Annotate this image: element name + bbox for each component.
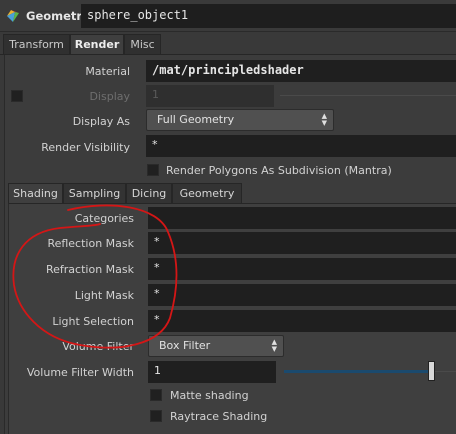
render-visibility-field[interactable]: * <box>146 135 456 157</box>
subdivision-checkbox[interactable] <box>147 164 159 176</box>
display-as-dropdown[interactable]: Full Geometry ▲ ▼ <box>146 109 334 131</box>
tab-dicing[interactable]: Dicing <box>126 183 172 203</box>
subdivision-label: Render Polygons As Subdivision (Mantra) <box>166 164 392 177</box>
light-selection-field[interactable]: * <box>148 310 456 332</box>
raytrace-shading-checkbox[interactable] <box>150 410 162 422</box>
display-field: 1 <box>146 85 274 107</box>
matte-shading-label: Matte shading <box>170 389 249 402</box>
display-label: Display <box>89 90 130 103</box>
render-visibility-label: Render Visibility <box>41 141 130 154</box>
slider-handle[interactable] <box>428 361 435 381</box>
categories-label: Categories <box>74 212 134 225</box>
dropdown-arrows-icon: ▲ ▼ <box>321 112 327 127</box>
volume-filter-value: Box Filter <box>159 339 211 352</box>
light-selection-label: Light Selection <box>52 315 134 328</box>
tab-misc[interactable]: Misc <box>124 34 161 54</box>
volume-filter-width-label: Volume Filter Width <box>26 366 134 379</box>
tab-transform[interactable]: Transform <box>3 34 70 54</box>
reflection-mask-label: Reflection Mask <box>47 237 134 250</box>
shading-tab-bar: Shading Sampling Dicing Geometry <box>8 183 456 203</box>
light-mask-field[interactable]: * <box>148 284 456 306</box>
slider-remainder <box>434 371 456 372</box>
tab-shading[interactable]: Shading <box>8 183 63 203</box>
light-mask-label: Light Mask <box>74 289 134 302</box>
main-tab-bar: Transform Render Misc <box>0 34 456 54</box>
object-name-field[interactable]: sphere_object1 <box>81 4 456 28</box>
reflection-mask-field[interactable]: * <box>148 232 456 254</box>
material-field[interactable]: /mat/principledshader <box>146 60 456 82</box>
dropdown-arrows-icon: ▲ ▼ <box>271 338 277 353</box>
tab-render[interactable]: Render <box>70 34 124 54</box>
tab-geometry[interactable]: Geometry <box>172 183 242 203</box>
raytrace-shading-label: Raytrace Shading <box>170 410 268 423</box>
volume-filter-dropdown[interactable]: Box Filter ▲ ▼ <box>148 335 284 357</box>
material-label: Material <box>85 65 130 78</box>
display-as-label: Display As <box>72 115 130 128</box>
refraction-mask-label: Refraction Mask <box>46 263 134 276</box>
volume-filter-label: Volume Filter <box>62 340 134 353</box>
categories-field[interactable] <box>148 207 456 229</box>
volume-filter-width-field[interactable]: 1 <box>148 361 276 383</box>
display-as-value: Full Geometry <box>157 113 235 126</box>
volume-filter-width-slider[interactable] <box>284 370 434 373</box>
matte-shading-checkbox[interactable] <box>150 389 162 401</box>
tab-sampling[interactable]: Sampling <box>63 183 126 203</box>
geometry-node-icon <box>7 10 19 22</box>
display-slider <box>280 95 456 96</box>
refraction-mask-field[interactable]: * <box>148 258 456 280</box>
